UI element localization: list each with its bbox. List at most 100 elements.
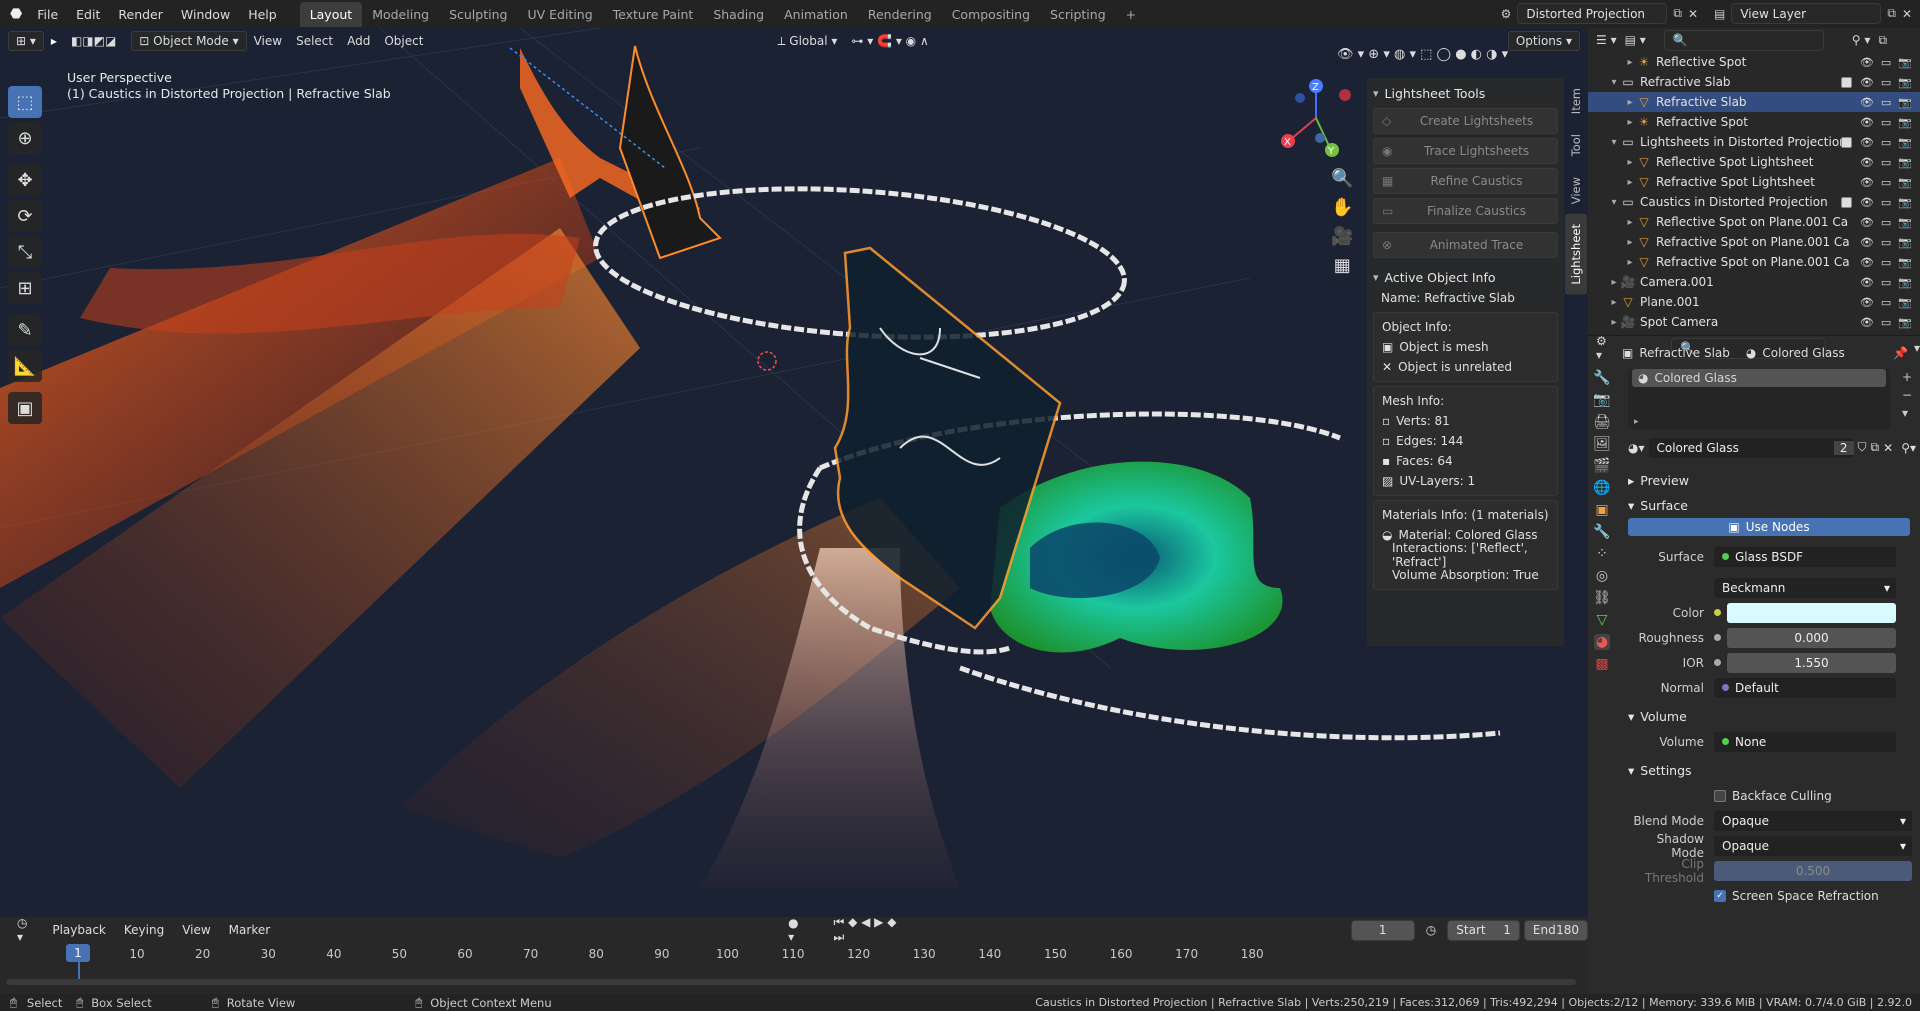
blend-mode-dropdown[interactable]: Opaque ▾ [1714, 810, 1912, 831]
view-layer-selector[interactable]: View Layer [1731, 3, 1882, 24]
close-scene-icon[interactable]: ✕ [1688, 7, 1698, 21]
constraint-properties-icon[interactable]: ⛓ [1593, 590, 1611, 606]
modifier-properties-icon[interactable]: 🔧 [1593, 524, 1610, 540]
render-camera-icon[interactable]: 📷 [1898, 176, 1912, 189]
render-camera-icon[interactable]: 📷 [1898, 156, 1912, 169]
monitor-icon[interactable]: ▭ [1881, 76, 1891, 89]
monitor-icon[interactable]: ▭ [1881, 56, 1891, 69]
tab-texture-paint[interactable]: Texture Paint [603, 2, 704, 27]
eye-icon[interactable]: 👁 [1860, 276, 1874, 289]
ior-field[interactable]: 1.550 [1727, 652, 1896, 673]
overlay-shading-icons[interactable]: 👁 ▾ ⊕ ▾ ◍ ▾ ⬚ ◯ ● ◐ ◑ ▾ [1330, 44, 1515, 64]
trace-lightsheets-button[interactable]: ◉ Trace Lightsheets [1373, 138, 1558, 164]
unlink-material-icon[interactable]: ✕ [1883, 441, 1893, 455]
collapse-arrow-icon[interactable]: ▸ [1624, 57, 1636, 68]
monitor-icon[interactable]: ▭ [1881, 136, 1891, 149]
exclude-checkbox[interactable] [1841, 76, 1852, 88]
material-slot-item[interactable]: ◕ Colored Glass [1632, 369, 1886, 387]
transform-orientation-dropdown[interactable]: ⟂ Global ▾ [770, 31, 844, 51]
monitor-icon[interactable]: ▭ [1881, 116, 1891, 129]
expand-arrow-icon[interactable]: ▾ [1608, 197, 1620, 208]
tab-layout[interactable]: Layout [299, 1, 363, 27]
tab-view[interactable]: View [1565, 167, 1587, 214]
render-camera-icon[interactable]: 📷 [1898, 76, 1912, 89]
monitor-icon[interactable]: ▭ [1881, 156, 1891, 169]
tab-shading[interactable]: Shading [703, 2, 774, 27]
exclude-checkbox[interactable] [1841, 196, 1852, 208]
visibility-toggles[interactable]: 👁 ▭ 📷 [1860, 56, 1912, 69]
start-frame-field[interactable]: Start 1 [1447, 919, 1520, 941]
tab-animation[interactable]: Animation [774, 2, 858, 27]
navigation-gizmo[interactable]: Z X Y [1281, 79, 1351, 157]
copy-scene-icon[interactable]: ⧉ [1673, 6, 1682, 21]
outliner-row[interactable]: ▸ ▽ Refractive Spot on Plane.001 Ca 👁 ▭ 📷 [1588, 252, 1920, 272]
outliner-row[interactable]: ▸ ▽ Refractive Spot on Plane.001 Ca 👁 ▭ 📷 [1588, 232, 1920, 252]
tool-properties-icon[interactable]: 🔧 [1593, 370, 1610, 386]
editor-type-button[interactable]: ⊞ ▾ [8, 31, 44, 51]
slot-expand-icon[interactable]: ▸ [1634, 417, 1639, 427]
animated-trace-button[interactable]: ⊗ Animated Trace [1373, 232, 1558, 258]
playback-controls[interactable]: ⏮ ◆ ◀ ▶ ◆ ⏭ [826, 915, 906, 945]
monitor-icon[interactable]: ▭ [1881, 276, 1891, 289]
lightsheet-tools-header[interactable]: Lightsheet Tools [1373, 82, 1558, 104]
volume-section-header[interactable]: ▾ Volume [1622, 704, 1916, 729]
outliner-editor-icon[interactable]: ☰ ▾ [1596, 33, 1617, 47]
monitor-icon[interactable]: ▭ [1881, 196, 1891, 209]
outliner-row[interactable]: ▾ ▭ Refractive Slab 👁 ▭ 📷 [1588, 72, 1920, 92]
move-tool-icon[interactable]: ✥ [8, 164, 42, 196]
slot-menu-icon[interactable]: ▾ [1902, 406, 1912, 420]
outliner-row[interactable]: ▾ ▭ Caustics in Distorted Projection 👁 ▭ 📷 [1588, 192, 1920, 212]
add-cube-tool-icon[interactable]: ▣ [8, 392, 42, 424]
tab-scripting[interactable]: Scripting [1040, 2, 1116, 27]
tab-item[interactable]: Item [1565, 78, 1587, 124]
outliner-row[interactable]: ▸ 🎥 Spot Camera 👁 ▭ 📷 [1588, 312, 1920, 332]
view-layer-icon[interactable]: ▤ [1714, 7, 1725, 21]
zoom-icon[interactable]: 🔍 [1331, 168, 1353, 189]
preview-section-header[interactable]: ▸ Preview [1622, 468, 1916, 493]
remove-slot-icon[interactable]: − [1902, 388, 1912, 402]
add-workspace-icon[interactable]: + [1116, 2, 1146, 27]
visibility-toggles[interactable]: 👁 ▭ 📷 [1860, 156, 1912, 169]
exclude-checkbox[interactable] [1841, 136, 1852, 148]
visibility-toggles[interactable]: 👁 ▭ 📷 [1860, 316, 1912, 329]
browse-material-icon[interactable]: ◕▾ [1628, 441, 1645, 455]
material-properties-icon[interactable]: ◕ [1593, 634, 1611, 650]
material-slots-list[interactable]: ◕ Colored Glass ▸ [1628, 369, 1890, 429]
outliner-search[interactable]: 🔍 [1663, 29, 1824, 51]
render-camera-icon[interactable]: 📷 [1898, 316, 1912, 329]
menu-object[interactable]: Object [377, 31, 430, 51]
filter-icon[interactable]: ⚲ ▾ [1852, 33, 1871, 47]
roughness-field[interactable]: 0.000 [1727, 627, 1896, 648]
tab-modeling[interactable]: Modeling [362, 2, 439, 27]
monitor-icon[interactable]: ▭ [1881, 176, 1891, 189]
distribution-dropdown[interactable]: Beckmann ▾ [1714, 577, 1896, 598]
object-mode-dropdown[interactable]: ⊡ Object Mode ▾ [131, 31, 247, 51]
tab-sculpting[interactable]: Sculpting [439, 2, 517, 27]
visibility-toggles[interactable]: 👁 ▭ 📷 [1860, 276, 1912, 289]
scene-properties-icon[interactable]: 🎬 [1593, 458, 1610, 474]
collapse-arrow-icon[interactable]: ▸ [1624, 177, 1636, 188]
menu-edit[interactable]: Edit [67, 7, 109, 22]
current-frame-field[interactable]: 1 [1350, 919, 1415, 941]
shadow-mode-dropdown[interactable]: Opaque ▾ [1714, 835, 1912, 856]
render-camera-icon[interactable]: 📷 [1898, 216, 1912, 229]
particle-properties-icon[interactable]: ⁘ [1596, 546, 1608, 562]
physics-properties-icon[interactable]: ◎ [1596, 568, 1608, 584]
menu-help[interactable]: Help [239, 7, 286, 22]
cursor-tool-icon[interactable]: ⊕ [8, 122, 42, 154]
backface-culling-checkbox[interactable] [1714, 789, 1726, 802]
render-camera-icon[interactable]: 📷 [1898, 116, 1912, 129]
settings-section-header[interactable]: ▾ Settings [1622, 758, 1916, 783]
timeline-scrollbar[interactable] [6, 979, 1576, 985]
eye-icon[interactable]: 👁 [1860, 236, 1874, 249]
outliner-row[interactable]: ▸ ☀ Refractive Spot 👁 ▭ 📷 [1588, 112, 1920, 132]
object-properties-icon[interactable]: ▣ [1595, 502, 1608, 518]
outliner-row[interactable]: ▸ ▽ Plane.001 👁 ▭ 📷 [1588, 292, 1920, 312]
eye-icon[interactable]: 👁 [1860, 316, 1874, 329]
visibility-toggles[interactable]: 👁 ▭ 📷 [1860, 116, 1912, 129]
eye-icon[interactable]: 👁 [1860, 296, 1874, 309]
menu-window[interactable]: Window [172, 7, 239, 22]
tab-uv-editing[interactable]: UV Editing [517, 2, 602, 27]
monitor-icon[interactable]: ▭ [1881, 216, 1891, 229]
render-camera-icon[interactable]: 📷 [1898, 196, 1912, 209]
